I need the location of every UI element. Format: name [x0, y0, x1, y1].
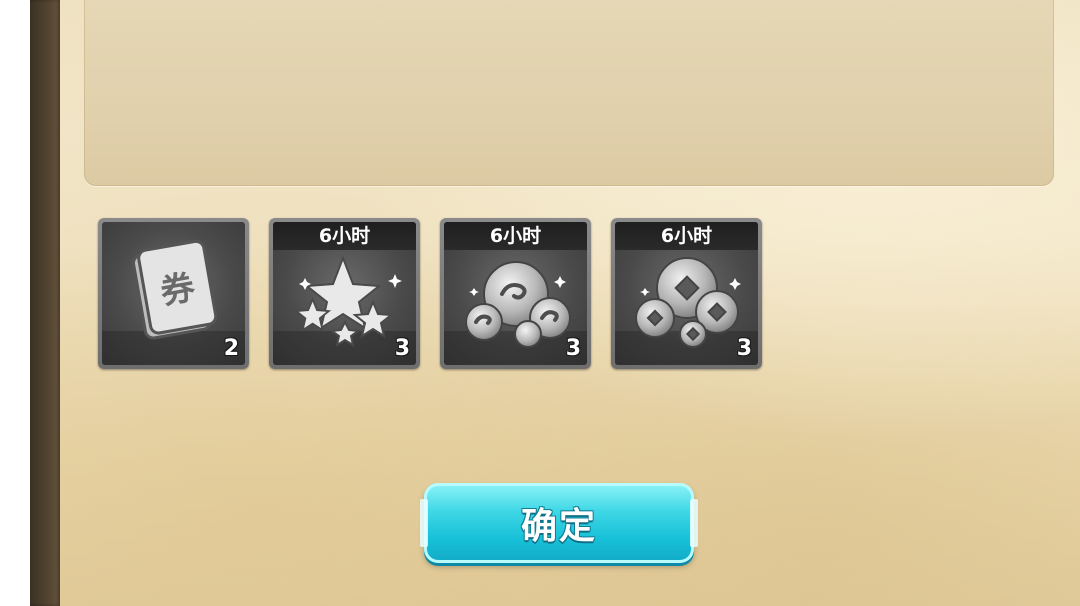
message-content-area	[84, 0, 1054, 186]
reward-item-slot: 6小时 3	[444, 222, 587, 365]
reward-item-coins[interactable]: 6小时 3	[611, 218, 762, 369]
item-count: 3	[736, 336, 752, 361]
duration-label: 6小时	[273, 222, 416, 250]
reward-item-cloud-orbs[interactable]: 6小时 3	[440, 218, 591, 369]
reward-item-stars[interactable]: 6小时 3	[269, 218, 420, 369]
confirm-button[interactable]: 确定	[420, 483, 698, 563]
reward-item-slot: 6小时 3	[615, 222, 758, 365]
item-count: 3	[565, 336, 581, 361]
reward-item-voucher[interactable]: 券 2	[98, 218, 249, 369]
reward-dialog: 券 2 6小时 3 6小时 3 6小时 3 确定	[0, 0, 1080, 606]
duration-label: 6小时	[615, 222, 758, 250]
confirm-button-label: 确定	[520, 506, 597, 547]
reward-items-row: 券 2 6小时 3 6小时 3 6小时 3	[98, 218, 762, 369]
reward-item-slot: 6小时 3	[273, 222, 416, 365]
item-count: 3	[394, 336, 410, 361]
item-count: 2	[223, 336, 239, 361]
duration-label: 6小时	[444, 222, 587, 250]
reward-item-slot: 券 2	[102, 222, 245, 365]
dialog-left-frame	[30, 0, 60, 606]
